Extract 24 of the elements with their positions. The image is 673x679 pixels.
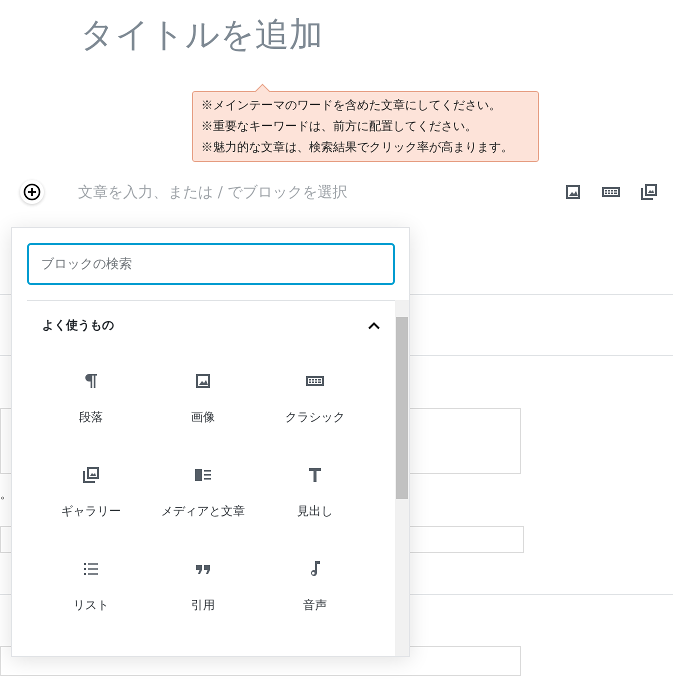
- block-item[interactable]: メディアと文章: [147, 461, 259, 551]
- tip-text: ※メインテーマのワードを含めた文章にしてください。: [201, 97, 502, 114]
- block-item[interactable]: 音声: [259, 555, 371, 645]
- category-toggle[interactable]: よく使うもの: [27, 301, 395, 334]
- image-icon: [193, 371, 213, 391]
- image-icon: [563, 182, 583, 202]
- block-item[interactable]: ギャラリー: [35, 461, 147, 551]
- search-field[interactable]: ブロックの検索: [27, 243, 395, 285]
- tip-text: ※魅力的な文章は、検索結果でクリック率が高まります。: [201, 139, 514, 156]
- punctuation-text: 。: [0, 486, 12, 503]
- block-item[interactable]: 見出し: [259, 461, 371, 551]
- scrollbar[interactable]: [395, 300, 409, 656]
- block-item[interactable]: 画像: [147, 367, 259, 457]
- title-placeholder[interactable]: タイトルを追加: [80, 12, 323, 58]
- add-block-button[interactable]: [20, 180, 44, 204]
- block-item[interactable]: クラシック: [259, 367, 371, 457]
- tip-text: ※重要なキーワードは、前方に配置してください。: [201, 118, 478, 135]
- image-button[interactable]: [563, 182, 583, 202]
- block-item[interactable]: リスト: [35, 555, 147, 645]
- gallery-icon: [639, 182, 659, 202]
- block-item[interactable]: 引用: [147, 555, 259, 645]
- gallery-button[interactable]: [639, 182, 659, 202]
- block-item[interactable]: 段落: [35, 367, 147, 457]
- gallery-icon: [81, 465, 101, 485]
